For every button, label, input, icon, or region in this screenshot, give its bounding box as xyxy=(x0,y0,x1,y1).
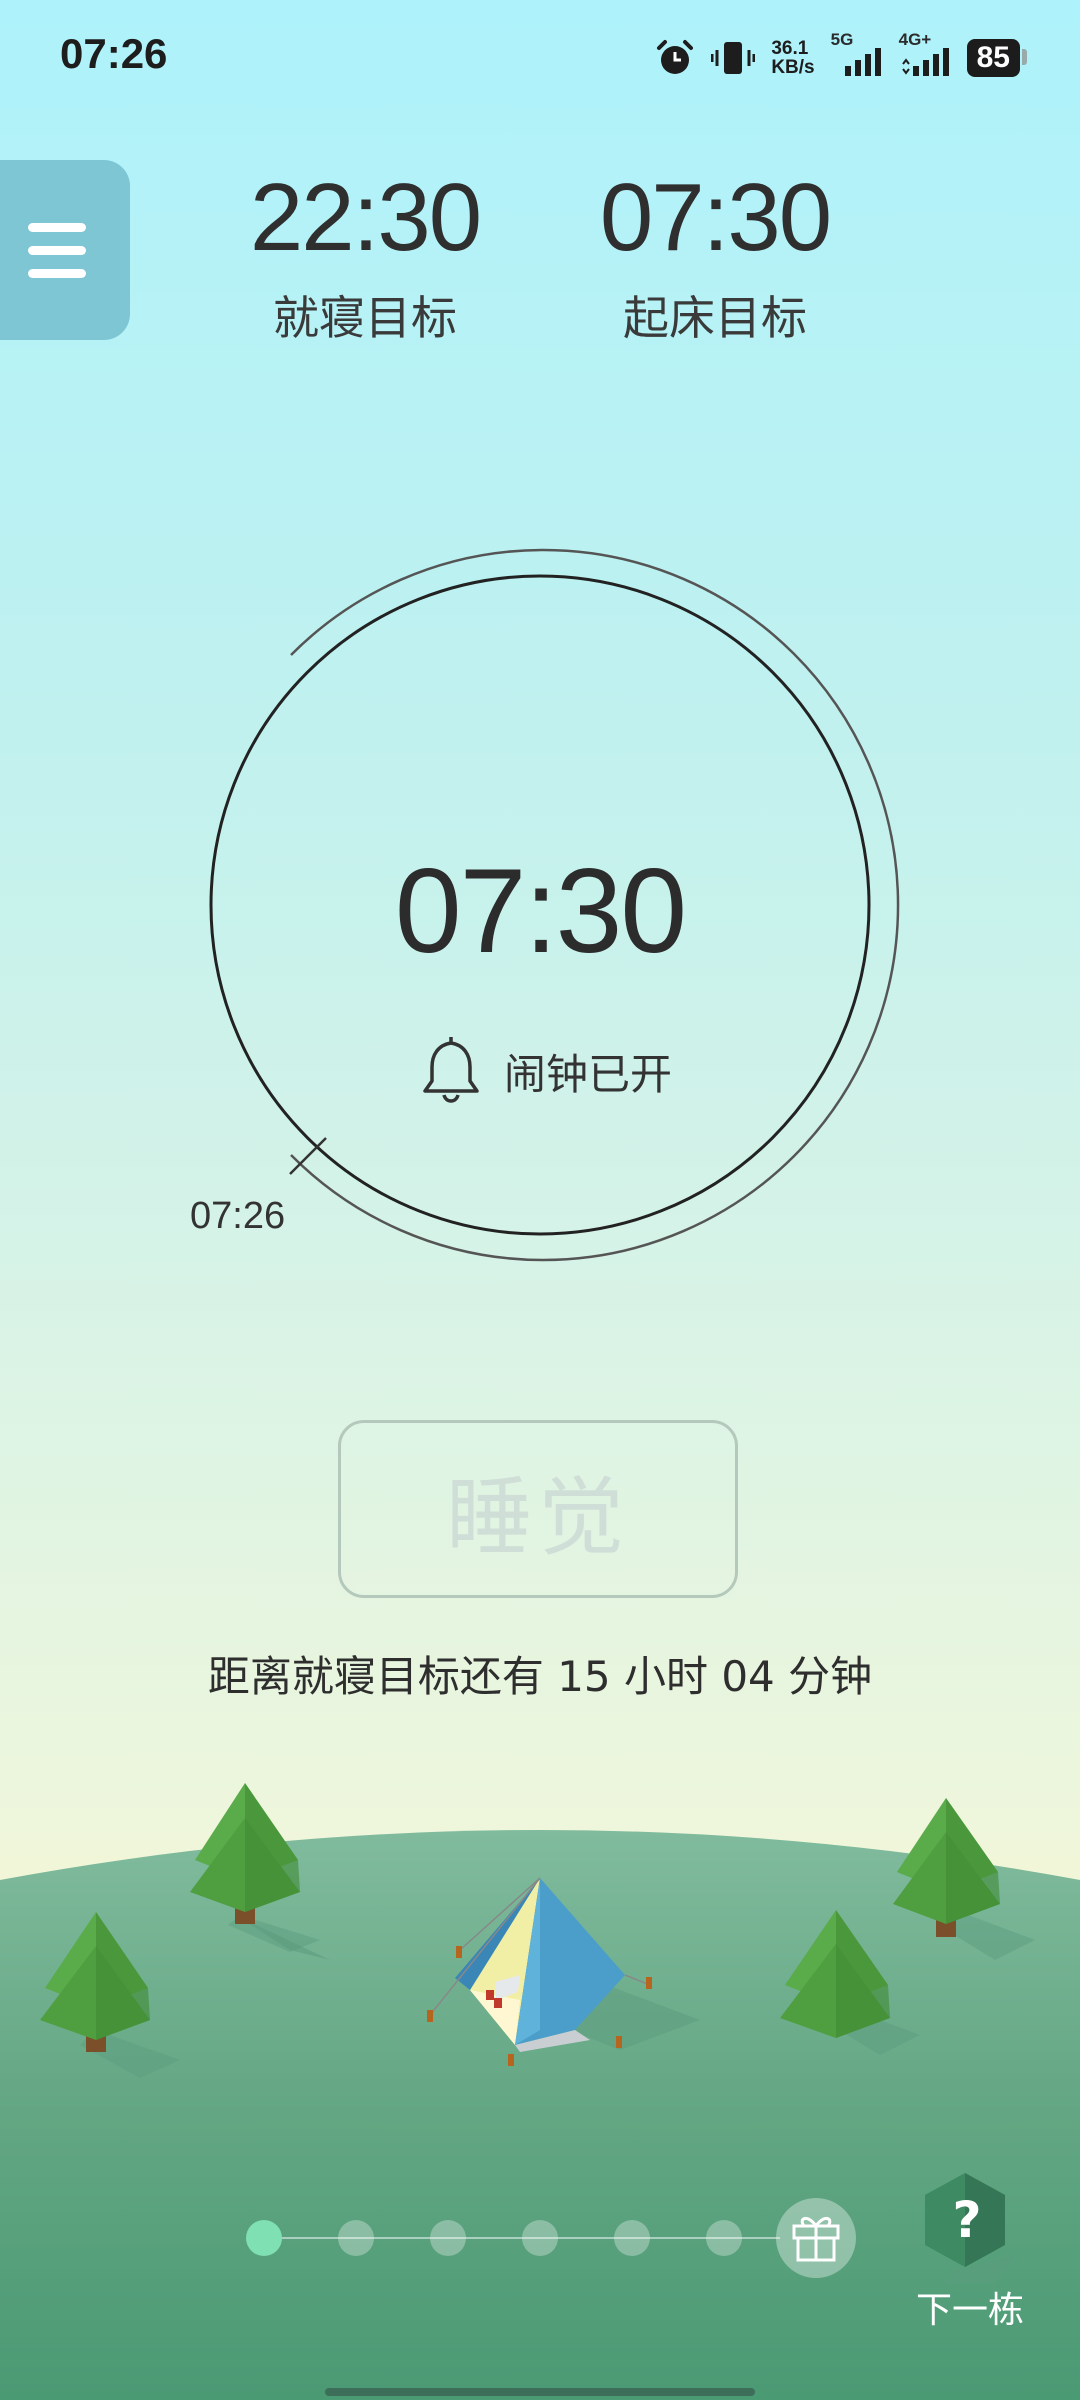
progress-dot xyxy=(706,2220,742,2256)
next-building-label: 下一栋 xyxy=(915,2290,1024,2331)
progress-dot xyxy=(614,2220,650,2256)
next-building-button[interactable]: ? 下一栋 xyxy=(905,2165,1035,2331)
gift-button[interactable] xyxy=(776,2198,856,2278)
progress-dot xyxy=(338,2220,374,2256)
progress-dot-active xyxy=(246,2220,282,2256)
gift-icon xyxy=(788,2208,844,2268)
progress-track xyxy=(246,2220,780,2256)
home-indicator[interactable] xyxy=(325,2388,755,2396)
progress-dot xyxy=(522,2220,558,2256)
svg-text:?: ? xyxy=(952,2191,981,2249)
progress-dot xyxy=(430,2220,466,2256)
